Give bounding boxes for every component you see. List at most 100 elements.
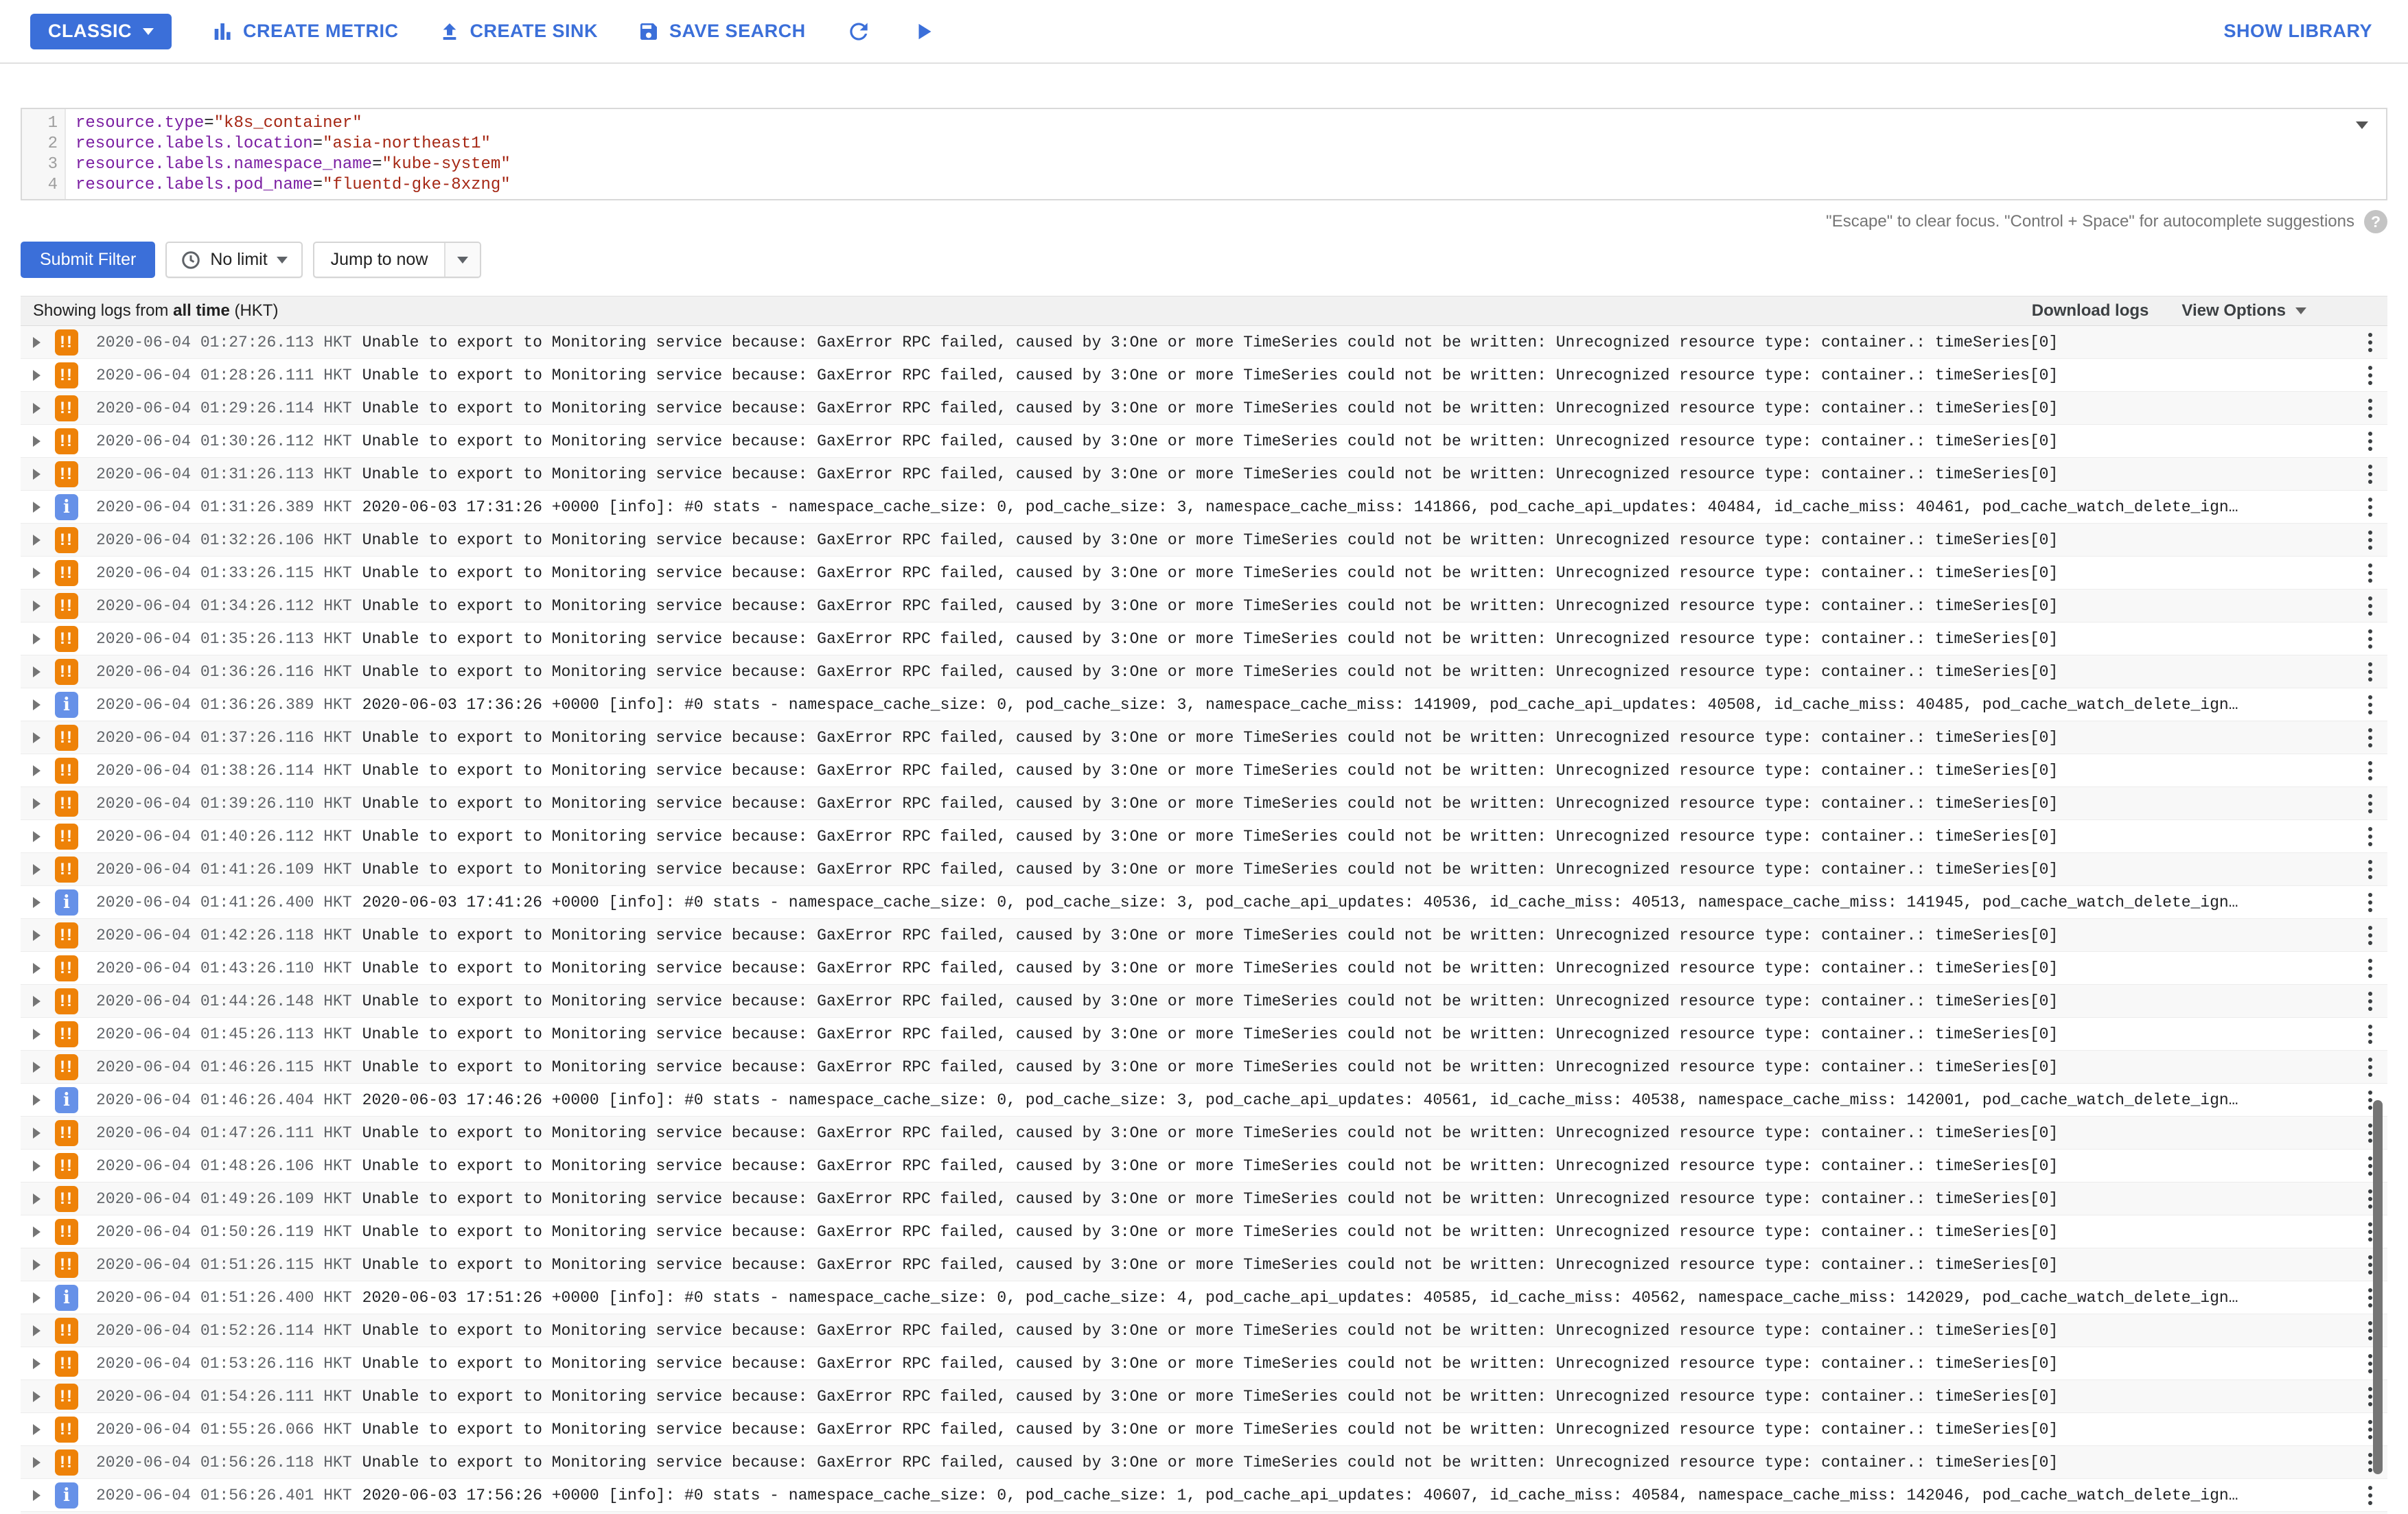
log-row[interactable]: !! 2020-06-04 01:30:26.112 HKT Unable to… [21, 425, 2387, 458]
row-menu-icon[interactable] [2361, 725, 2379, 750]
log-row[interactable]: !! 2020-06-04 01:32:26.106 HKT Unable to… [21, 524, 2387, 557]
row-menu-icon[interactable] [2361, 363, 2379, 388]
row-menu-icon[interactable] [2361, 890, 2379, 915]
expand-arrow-icon[interactable] [33, 370, 40, 381]
expand-arrow-icon[interactable] [33, 1029, 40, 1040]
expand-arrow-icon[interactable] [33, 963, 40, 974]
log-row[interactable]: !! 2020-06-04 01:55:26.066 HKT Unable to… [21, 1413, 2387, 1446]
filter-query-editor[interactable]: 1 resource.type="k8s_container" 2 resour… [21, 108, 2387, 200]
row-menu-icon[interactable] [2361, 561, 2379, 585]
log-row[interactable]: !! 2020-06-04 01:45:26.113 HKT Unable to… [21, 1018, 2387, 1051]
expand-arrow-icon[interactable] [33, 930, 40, 941]
log-row[interactable]: i 2020-06-04 01:56:26.401 HKT 2020-06-03… [21, 1479, 2387, 1512]
create-metric-button[interactable]: CREATE METRIC [211, 21, 399, 43]
log-row[interactable]: !! 2020-06-04 01:37:26.116 HKT Unable to… [21, 721, 2387, 754]
expand-arrow-icon[interactable] [33, 1490, 40, 1501]
row-menu-icon[interactable] [2361, 396, 2379, 421]
row-menu-icon[interactable] [2361, 1055, 2379, 1080]
log-row[interactable]: !! 2020-06-04 01:43:26.110 HKT Unable to… [21, 952, 2387, 985]
row-menu-icon[interactable] [2361, 956, 2379, 981]
download-logs-button[interactable]: Download logs [2032, 301, 2149, 321]
jump-options-arrow[interactable] [444, 243, 480, 277]
log-row[interactable]: !! 2020-06-04 01:44:26.148 HKT Unable to… [21, 985, 2387, 1018]
submit-filter-button[interactable]: Submit Filter [21, 242, 155, 278]
expand-arrow-icon[interactable] [33, 568, 40, 579]
classic-dropdown-button[interactable]: CLASSIC [30, 14, 172, 49]
log-row[interactable]: !! 2020-06-04 01:52:26.114 HKT Unable to… [21, 1314, 2387, 1347]
log-row[interactable]: !! 2020-06-04 01:29:26.114 HKT Unable to… [21, 392, 2387, 425]
log-row[interactable]: !! 2020-06-04 01:27:26.113 HKT Unable to… [21, 326, 2387, 359]
expand-arrow-icon[interactable] [33, 765, 40, 776]
chevron-down-icon[interactable] [2356, 121, 2368, 129]
row-menu-icon[interactable] [2361, 791, 2379, 816]
expand-arrow-icon[interactable] [33, 897, 40, 908]
help-icon[interactable]: ? [2364, 210, 2387, 233]
expand-arrow-icon[interactable] [33, 403, 40, 414]
row-menu-icon[interactable] [2361, 758, 2379, 783]
log-row[interactable]: !! 2020-06-04 01:49:26.109 HKT Unable to… [21, 1183, 2387, 1215]
expand-arrow-icon[interactable] [33, 666, 40, 677]
expand-arrow-icon[interactable] [33, 732, 40, 743]
log-row[interactable]: !! 2020-06-04 01:56:26.118 HKT Unable to… [21, 1446, 2387, 1479]
vertical-scrollbar-thumb[interactable] [2373, 1100, 2383, 1474]
log-row[interactable]: !! 2020-06-04 01:35:26.113 HKT Unable to… [21, 622, 2387, 655]
row-menu-icon[interactable] [2361, 627, 2379, 651]
expand-arrow-icon[interactable] [33, 1226, 40, 1237]
row-menu-icon[interactable] [2361, 660, 2379, 684]
expand-arrow-icon[interactable] [33, 436, 40, 447]
row-menu-icon[interactable] [2361, 429, 2379, 454]
save-search-button[interactable]: SAVE SEARCH [638, 21, 806, 43]
row-menu-icon[interactable] [2361, 330, 2379, 355]
log-row[interactable]: !! 2020-06-04 01:36:26.116 HKT Unable to… [21, 655, 2387, 688]
log-row[interactable]: !! 2020-06-04 01:28:26.111 HKT Unable to… [21, 359, 2387, 392]
stream-logs-play-button[interactable] [912, 19, 936, 44]
row-menu-icon[interactable] [2361, 495, 2379, 520]
expand-arrow-icon[interactable] [33, 1062, 40, 1073]
expand-arrow-icon[interactable] [33, 1193, 40, 1204]
log-row[interactable]: !! 2020-06-04 01:46:26.115 HKT Unable to… [21, 1051, 2387, 1084]
log-row[interactable]: i 2020-06-04 01:46:26.404 HKT 2020-06-03… [21, 1084, 2387, 1117]
expand-arrow-icon[interactable] [33, 1292, 40, 1303]
expand-arrow-icon[interactable] [33, 831, 40, 842]
log-row[interactable]: !! 2020-06-04 01:39:26.110 HKT Unable to… [21, 787, 2387, 820]
log-row[interactable]: !! 2020-06-04 01:47:26.111 HKT Unable to… [21, 1117, 2387, 1150]
log-row[interactable]: !! 2020-06-04 01:33:26.115 HKT Unable to… [21, 557, 2387, 590]
expand-arrow-icon[interactable] [33, 535, 40, 546]
row-menu-icon[interactable] [2361, 989, 2379, 1014]
log-row[interactable]: !! 2020-06-04 01:40:26.112 HKT Unable to… [21, 820, 2387, 853]
show-library-button[interactable]: SHOW LIBRARY [2224, 21, 2373, 42]
log-row[interactable]: !! 2020-06-04 01:34:26.112 HKT Unable to… [21, 590, 2387, 622]
expand-arrow-icon[interactable] [33, 1424, 40, 1435]
expand-arrow-icon[interactable] [33, 1128, 40, 1139]
log-row[interactable]: !! 2020-06-04 01:53:26.116 HKT Unable to… [21, 1347, 2387, 1380]
expand-arrow-icon[interactable] [33, 1161, 40, 1172]
expand-arrow-icon[interactable] [33, 996, 40, 1007]
expand-arrow-icon[interactable] [33, 469, 40, 480]
expand-arrow-icon[interactable] [33, 1358, 40, 1369]
log-row[interactable]: !! 2020-06-04 01:50:26.119 HKT Unable to… [21, 1215, 2387, 1248]
row-menu-icon[interactable] [2361, 824, 2379, 849]
log-row[interactable]: !! 2020-06-04 01:42:26.118 HKT Unable to… [21, 919, 2387, 952]
expand-arrow-icon[interactable] [33, 1325, 40, 1336]
create-sink-button[interactable]: CREATE SINK [439, 21, 599, 43]
jump-to-now-button[interactable]: Jump to now [314, 243, 445, 277]
log-row[interactable]: i 2020-06-04 01:31:26.389 HKT 2020-06-03… [21, 491, 2387, 524]
view-options-button[interactable]: View Options [2181, 301, 2306, 321]
log-row[interactable]: !! 2020-06-04 01:54:26.111 HKT Unable to… [21, 1380, 2387, 1413]
log-row[interactable]: !! 2020-06-04 01:51:26.115 HKT Unable to… [21, 1248, 2387, 1281]
expand-arrow-icon[interactable] [33, 633, 40, 644]
row-menu-icon[interactable] [2361, 528, 2379, 552]
row-menu-icon[interactable] [2361, 1483, 2379, 1508]
refresh-button[interactable] [846, 19, 872, 45]
expand-arrow-icon[interactable] [33, 1259, 40, 1270]
expand-arrow-icon[interactable] [33, 337, 40, 348]
log-row[interactable]: !! 2020-06-04 01:38:26.114 HKT Unable to… [21, 754, 2387, 787]
expand-arrow-icon[interactable] [33, 601, 40, 612]
expand-arrow-icon[interactable] [33, 1095, 40, 1106]
expand-arrow-icon[interactable] [33, 502, 40, 513]
row-menu-icon[interactable] [2361, 1022, 2379, 1047]
time-limit-dropdown[interactable]: No limit [165, 242, 302, 278]
row-menu-icon[interactable] [2361, 462, 2379, 487]
expand-arrow-icon[interactable] [33, 798, 40, 809]
log-row[interactable]: !! 2020-06-04 01:48:26.106 HKT Unable to… [21, 1150, 2387, 1183]
